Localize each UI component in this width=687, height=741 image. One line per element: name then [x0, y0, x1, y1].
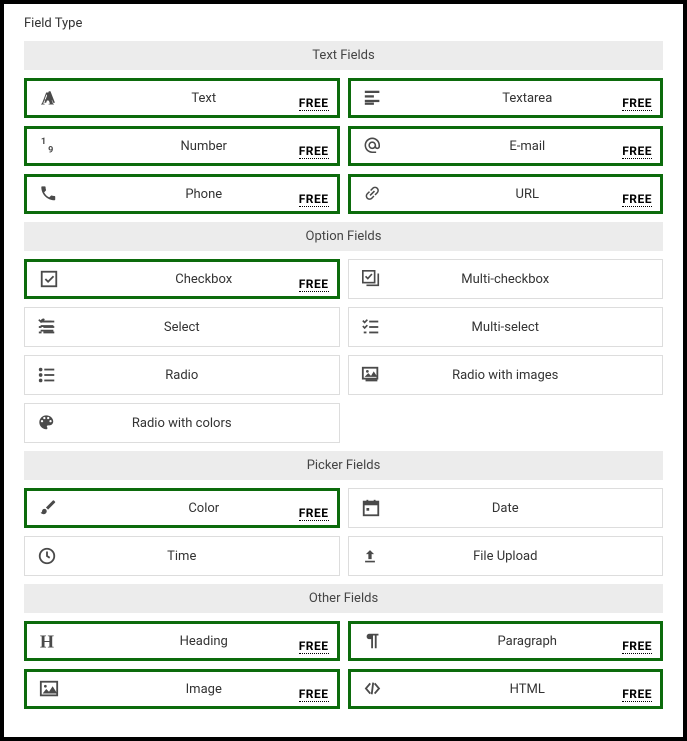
field-type-label: Number	[71, 139, 337, 154]
field-type-date[interactable]: Date	[348, 488, 664, 528]
field-type-email[interactable]: E-mailFREE	[348, 126, 664, 166]
number-icon	[27, 136, 71, 156]
field-type-paragraph[interactable]: ParagraphFREE	[348, 621, 664, 661]
field-type-label: Multi-select	[393, 320, 663, 335]
code-icon	[351, 679, 395, 699]
image-icon	[27, 679, 71, 699]
field-type-label: Color	[71, 501, 337, 516]
field-type-label: Date	[393, 501, 663, 516]
select-icon	[25, 317, 69, 337]
field-type-label: Heading	[71, 634, 337, 649]
free-badge: FREE	[299, 192, 329, 207]
field-type-checkbox[interactable]: CheckboxFREE	[24, 259, 340, 299]
clock-icon	[25, 546, 69, 566]
field-type-phone[interactable]: PhoneFREE	[24, 174, 340, 214]
field-type-label: Multi-checkbox	[393, 272, 663, 287]
field-type-label: Select	[69, 320, 339, 335]
field-type-number[interactable]: NumberFREE	[24, 126, 340, 166]
field-type-label: Image	[71, 682, 337, 697]
field-type-url[interactable]: URLFREE	[348, 174, 664, 214]
free-badge: FREE	[299, 96, 329, 111]
field-type-html[interactable]: HTMLFREE	[348, 669, 664, 709]
field-type-label: Radio with colors	[69, 416, 339, 431]
field-type-label: Radio with images	[393, 368, 663, 383]
page-title: Field Type	[24, 16, 663, 31]
field-type-color[interactable]: ColorFREE	[24, 488, 340, 528]
section-header: Option Fields	[24, 222, 663, 251]
field-type-multi-select[interactable]: Multi-select	[348, 307, 664, 347]
free-badge: FREE	[299, 277, 329, 292]
free-badge: FREE	[622, 144, 652, 159]
field-type-multi-checkbox[interactable]: Multi-checkbox	[348, 259, 664, 299]
multi-checkbox-icon	[349, 269, 393, 289]
free-badge: FREE	[299, 144, 329, 159]
section-header: Other Fields	[24, 584, 663, 613]
font-icon	[27, 88, 71, 108]
field-type-radio-colors[interactable]: Radio with colors	[24, 403, 340, 443]
paragraph-icon	[351, 631, 395, 651]
field-type-file[interactable]: File Upload	[348, 536, 664, 576]
upload-icon	[349, 546, 393, 566]
brush-icon	[27, 498, 71, 518]
field-type-label: Radio	[69, 368, 339, 383]
multi-select-icon	[349, 317, 393, 337]
free-badge: FREE	[622, 96, 652, 111]
field-type-label: Textarea	[395, 91, 661, 106]
section-header: Picker Fields	[24, 451, 663, 480]
field-type-label: Phone	[71, 187, 337, 202]
heading-icon	[27, 631, 71, 651]
field-type-label: URL	[395, 187, 661, 202]
field-type-label: Time	[69, 549, 339, 564]
field-type-text[interactable]: TextFREE	[24, 78, 340, 118]
field-type-label: File Upload	[393, 549, 663, 564]
field-type-heading[interactable]: HeadingFREE	[24, 621, 340, 661]
free-badge: FREE	[299, 687, 329, 702]
free-badge: FREE	[622, 687, 652, 702]
free-badge: FREE	[299, 639, 329, 654]
phone-icon	[27, 184, 71, 204]
field-type-time[interactable]: Time	[24, 536, 340, 576]
field-type-image[interactable]: ImageFREE	[24, 669, 340, 709]
field-type-label: Checkbox	[71, 272, 337, 287]
field-type-select[interactable]: Select	[24, 307, 340, 347]
field-type-label: HTML	[395, 682, 661, 697]
free-badge: FREE	[622, 639, 652, 654]
free-badge: FREE	[622, 192, 652, 207]
field-type-textarea[interactable]: TextareaFREE	[348, 78, 664, 118]
section-header: Text Fields	[24, 41, 663, 70]
field-type-label: Text	[71, 91, 337, 106]
calendar-icon	[349, 498, 393, 518]
radio-icon	[25, 365, 69, 385]
link-icon	[351, 184, 395, 204]
field-type-label: E-mail	[395, 139, 661, 154]
palette-icon	[25, 413, 69, 433]
at-icon	[351, 136, 395, 156]
image-radio-icon	[349, 365, 393, 385]
field-type-radio[interactable]: Radio	[24, 355, 340, 395]
free-badge: FREE	[299, 506, 329, 521]
field-type-radio-images[interactable]: Radio with images	[348, 355, 664, 395]
align-left-icon	[351, 88, 395, 108]
field-type-label: Paragraph	[395, 634, 661, 649]
checkbox-icon	[27, 269, 71, 289]
